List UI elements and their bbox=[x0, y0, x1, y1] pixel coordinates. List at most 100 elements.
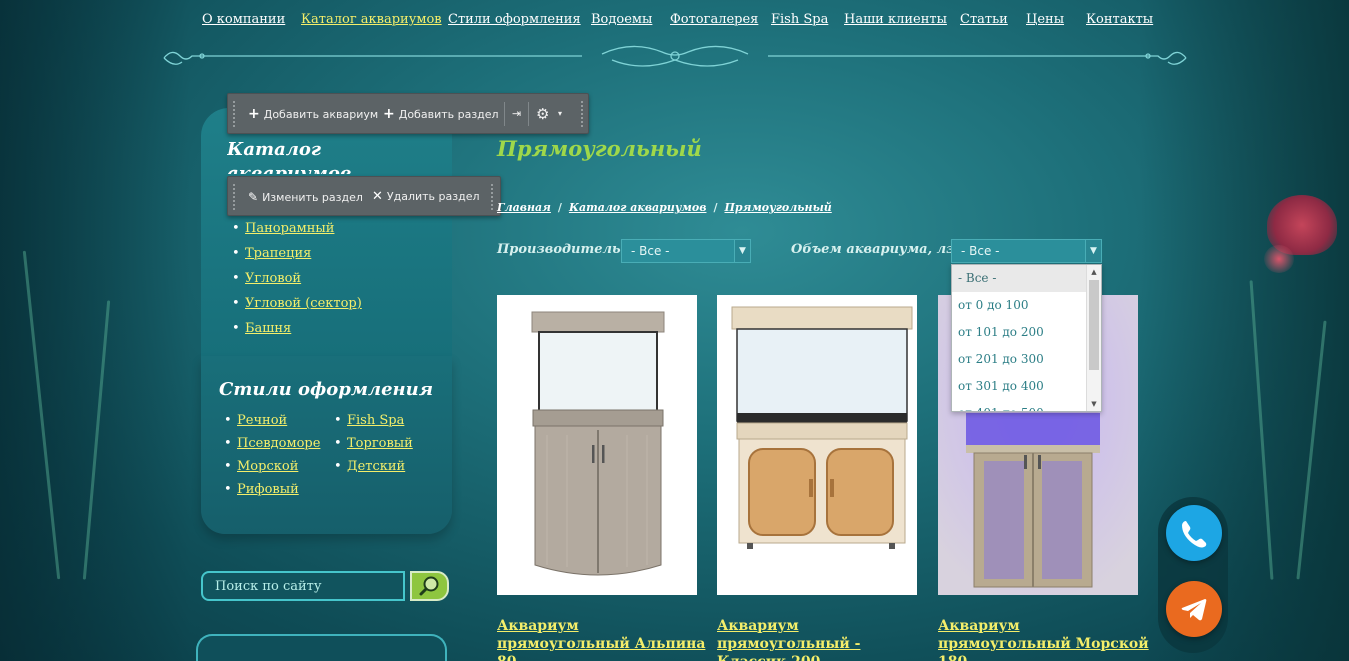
background-weed bbox=[22, 250, 61, 580]
drag-handle-icon[interactable] bbox=[232, 183, 236, 211]
nav-link-styles[interactable]: Стили оформления bbox=[448, 12, 581, 27]
nav-ornament-divider bbox=[163, 45, 1187, 67]
dropdown-scrollbar[interactable]: ▲ ▼ bbox=[1086, 265, 1101, 411]
style-link-reef[interactable]: Рифовый bbox=[237, 482, 299, 497]
volume-option-401-500[interactable]: от 401 до 500 bbox=[952, 400, 1087, 411]
style-link-river[interactable]: Речной bbox=[237, 413, 287, 428]
nav-link-contacts[interactable]: Контакты bbox=[1086, 12, 1153, 27]
plus-icon: + bbox=[248, 106, 260, 122]
plus-icon: + bbox=[383, 106, 395, 122]
chevron-down-icon: ▼ bbox=[734, 240, 750, 262]
background-weed bbox=[1296, 320, 1327, 580]
add-aquarium-button[interactable]: + Добавить аквариум bbox=[248, 94, 378, 134]
style-link-commercial[interactable]: Торговый bbox=[347, 436, 413, 451]
magnifier-icon bbox=[419, 576, 439, 596]
styles-title: Стили оформления bbox=[219, 379, 434, 400]
list-item: Рифовый bbox=[224, 482, 299, 497]
catalog-link-corner-sector[interactable]: Угловой (сектор) bbox=[245, 296, 362, 311]
scrollbar-thumb[interactable] bbox=[1089, 280, 1099, 370]
list-item: Псевдоморе bbox=[224, 436, 320, 451]
call-button[interactable] bbox=[1166, 505, 1222, 561]
catalog-link-panoramic[interactable]: Панорамный bbox=[245, 221, 334, 236]
product-title-3[interactable]: Аквариум прямоугольный Морской 180 bbox=[938, 617, 1153, 661]
search-input[interactable] bbox=[203, 573, 403, 599]
edit-section-label: Изменить раздел bbox=[262, 191, 363, 204]
manufacturer-select-value: - Все - bbox=[631, 244, 670, 258]
product-title-2[interactable]: Аквариум прямоугольный - Классик 200 bbox=[717, 617, 932, 661]
delete-section-label: Удалить раздел bbox=[386, 190, 480, 203]
nav-link-clients[interactable]: Наши клиенты bbox=[844, 12, 947, 27]
add-aquarium-label: Добавить аквариум bbox=[263, 108, 379, 121]
background-weed bbox=[1249, 280, 1274, 580]
manufacturer-filter-label: Производитель: bbox=[497, 242, 626, 257]
close-icon: ✕ bbox=[372, 189, 383, 204]
volume-select[interactable]: - Все - ▼ bbox=[951, 239, 1102, 263]
list-item: Угловой bbox=[232, 271, 301, 286]
admin-toolbar-section: ✎ Изменить раздел ✕ Удалить раздел bbox=[227, 176, 501, 216]
breadcrumb: Главная / Каталог аквариумов / Прямоугольный bbox=[497, 201, 832, 214]
gear-icon[interactable]: ⚙ bbox=[536, 94, 549, 134]
nav-link-fish-spa[interactable]: Fish Spa bbox=[771, 12, 828, 27]
product-image-1[interactable] bbox=[497, 295, 697, 595]
product-title-1[interactable]: Аквариум прямоугольный Альпина 80 bbox=[497, 617, 712, 661]
list-item: Башня bbox=[232, 321, 291, 336]
search-button[interactable] bbox=[410, 571, 449, 601]
catalog-link-trapezoid[interactable]: Трапеция bbox=[245, 246, 311, 261]
drag-handle-icon[interactable] bbox=[490, 183, 494, 211]
telegram-icon bbox=[1181, 599, 1207, 621]
breadcrumb-separator: / bbox=[557, 201, 562, 214]
nav-link-catalog[interactable]: Каталог аквариумов bbox=[301, 12, 442, 27]
add-section-button[interactable]: + Добавить раздел bbox=[383, 94, 499, 134]
catalog-title: Каталог аквариумов bbox=[227, 139, 352, 174]
manufacturer-select[interactable]: - Все - ▼ bbox=[621, 239, 751, 263]
pin-toolbar-icon[interactable]: ⇥ bbox=[512, 94, 521, 134]
toolbar-divider bbox=[504, 102, 505, 126]
list-item: Панорамный bbox=[232, 221, 335, 236]
product-image-2[interactable] bbox=[717, 295, 917, 595]
scroll-down-icon[interactable]: ▼ bbox=[1087, 397, 1101, 411]
search-field-wrapper bbox=[201, 571, 405, 601]
nav-link-about[interactable]: О компании bbox=[202, 12, 285, 27]
nav-link-prices[interactable]: Цены bbox=[1026, 12, 1064, 27]
style-link-fish-spa[interactable]: Fish Spa bbox=[347, 413, 404, 428]
breadcrumb-catalog[interactable]: Каталог аквариумов bbox=[569, 201, 707, 214]
chevron-down-icon[interactable]: ▾ bbox=[558, 94, 562, 134]
style-link-marine[interactable]: Морской bbox=[237, 459, 298, 474]
style-link-pseudosea[interactable]: Псевдоморе bbox=[237, 436, 320, 451]
volume-option-301-400[interactable]: от 301 до 400 bbox=[952, 373, 1087, 400]
volume-option-0-100[interactable]: от 0 до 100 bbox=[952, 292, 1087, 319]
phone-icon bbox=[1182, 521, 1207, 548]
list-item: Fish Spa bbox=[334, 413, 404, 428]
background-coral-small bbox=[1264, 245, 1294, 273]
nav-link-gallery[interactable]: Фотогалерея bbox=[670, 12, 758, 27]
drag-handle-icon[interactable] bbox=[580, 100, 584, 128]
volume-option-all[interactable]: - Все - bbox=[952, 265, 1087, 292]
style-link-kids[interactable]: Детский bbox=[347, 459, 405, 474]
catalog-link-corner[interactable]: Угловой bbox=[245, 271, 301, 286]
admin-toolbar-catalog: + Добавить аквариум + Добавить раздел ⇥ ⚙ … bbox=[227, 93, 589, 134]
nav-link-ponds[interactable]: Водоемы bbox=[591, 12, 652, 27]
breadcrumb-current[interactable]: Прямоугольный bbox=[725, 201, 832, 214]
chevron-down-icon: ▼ bbox=[1085, 240, 1101, 262]
page-title: Прямоугольный bbox=[497, 136, 702, 161]
list-item: Угловой (сектор) bbox=[232, 296, 362, 311]
volume-option-201-300[interactable]: от 201 до 300 bbox=[952, 346, 1087, 373]
nav-link-articles[interactable]: Статьи bbox=[960, 12, 1008, 27]
add-section-label: Добавить раздел bbox=[398, 108, 499, 121]
catalog-link-tower[interactable]: Башня bbox=[245, 321, 291, 336]
pencil-icon: ✎ bbox=[248, 190, 259, 204]
edit-section-button[interactable]: ✎ Изменить раздел bbox=[248, 177, 363, 217]
list-item: Речной bbox=[224, 413, 287, 428]
scroll-up-icon[interactable]: ▲ bbox=[1087, 265, 1101, 279]
drag-handle-icon[interactable] bbox=[232, 100, 236, 128]
list-item: Морской bbox=[224, 459, 298, 474]
volume-filter-label: Объем аквариума, лз bbox=[791, 242, 955, 257]
sidebar-bottom-panel bbox=[196, 634, 447, 661]
volume-option-101-200[interactable]: от 101 до 200 bbox=[952, 319, 1087, 346]
background-weed bbox=[82, 300, 111, 580]
telegram-button[interactable] bbox=[1166, 581, 1222, 637]
volume-select-value: - Все - bbox=[961, 244, 1000, 258]
volume-dropdown-list: - Все - от 0 до 100 от 101 до 200 от 201… bbox=[951, 264, 1102, 412]
breadcrumb-home[interactable]: Главная bbox=[497, 201, 551, 214]
delete-section-button[interactable]: ✕ Удалить раздел bbox=[372, 177, 480, 217]
